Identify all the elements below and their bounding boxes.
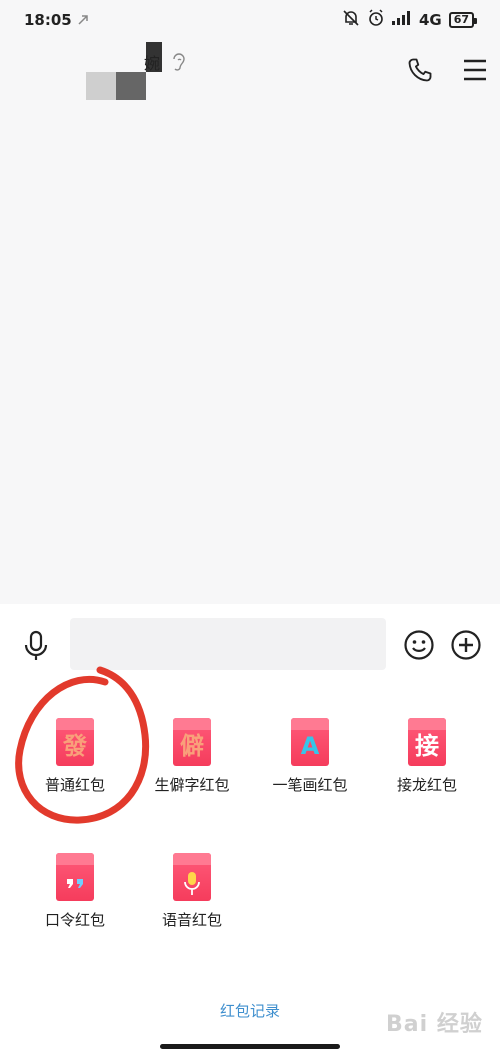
- chat-header: 婉: [0, 40, 500, 110]
- packet-relay[interactable]: 接 接龙红包: [372, 718, 482, 808]
- annotation-circle: [15, 666, 150, 824]
- packet-label: 接龙红包: [396, 776, 457, 794]
- emoji-icon[interactable]: [403, 629, 435, 665]
- packet-label: 语音红包: [161, 911, 222, 929]
- plus-icon[interactable]: [450, 629, 482, 665]
- microphone-icon: [184, 872, 200, 895]
- mute-bell-icon: [342, 9, 360, 31]
- home-indicator[interactable]: [160, 1044, 340, 1049]
- packet-label: 口令红包: [44, 911, 105, 929]
- packet-glyph: 接: [415, 732, 439, 760]
- red-packet-icon: [173, 853, 211, 901]
- packet-label: 一笔画红包: [272, 776, 348, 794]
- packet-glyph: 僻: [180, 732, 204, 760]
- packet-glyph: A: [300, 732, 320, 760]
- nav-arrow-icon: [78, 11, 88, 29]
- red-packet-icon: [56, 853, 94, 901]
- ear-icon: [170, 51, 188, 77]
- quote-marks-icon: [67, 879, 83, 888]
- battery-icon: 67: [448, 12, 478, 28]
- status-right: 4G 67: [342, 9, 478, 31]
- status-left: 18:05: [24, 11, 88, 29]
- red-packet-icon: 僻: [173, 718, 211, 766]
- red-packet-icon: 接: [408, 718, 446, 766]
- red-packet-icon: A: [291, 718, 329, 766]
- battery-level: 67: [453, 13, 469, 26]
- signal-icon: [391, 11, 412, 29]
- alarm-icon: [367, 9, 385, 31]
- network-type: 4G: [418, 11, 442, 29]
- packet-one-stroke[interactable]: A 一笔画红包: [255, 718, 365, 808]
- contact-name: 婉: [144, 54, 161, 73]
- phone-icon[interactable]: [406, 56, 434, 88]
- menu-icon[interactable]: [462, 58, 488, 86]
- packet-voice[interactable]: 语音红包: [137, 853, 247, 943]
- packet-password[interactable]: 口令红包: [20, 853, 130, 943]
- status-bar: 18:05 4G 67: [0, 0, 500, 40]
- status-time: 18:05: [24, 11, 72, 29]
- watermark: Bai 经验: [386, 1012, 483, 1037]
